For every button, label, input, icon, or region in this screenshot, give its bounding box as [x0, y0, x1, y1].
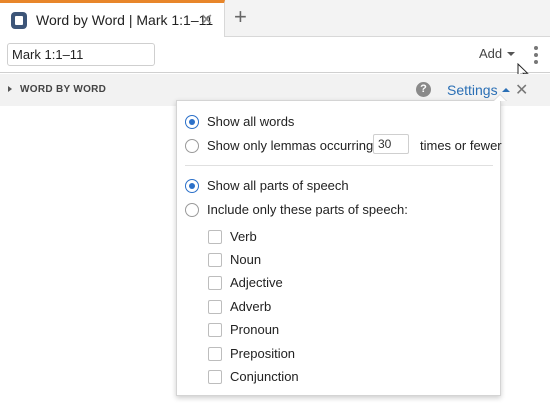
tab-word-by-word[interactable]: Word by Word | Mark 1:1–11 ✕	[0, 0, 225, 37]
checkbox[interactable]	[208, 370, 222, 384]
pos-option-label: Conjunction	[230, 369, 299, 384]
pos-option-label: Adverb	[230, 299, 272, 314]
close-tab-icon[interactable]: ✕	[200, 10, 213, 30]
add-button[interactable]: Add	[479, 46, 516, 61]
radio-button-selected[interactable]	[185, 115, 199, 129]
checkbox[interactable]	[208, 323, 222, 337]
show-only-lemmas-label: Show only lemmas occurring	[207, 138, 374, 153]
radio-button-selected[interactable]	[185, 179, 199, 193]
checkbox[interactable]	[208, 347, 222, 361]
checkbox[interactable]	[208, 276, 222, 290]
pos-option-label: Verb	[230, 229, 257, 244]
radio-button[interactable]	[185, 139, 199, 153]
show-all-parts-of-speech-label: Show all parts of speech	[207, 178, 349, 193]
tab-title: Word by Word | Mark 1:1–11	[36, 12, 214, 28]
include-only-parts-of-speech-label: Include only these parts of speech:	[207, 202, 408, 217]
add-button-label: Add	[479, 46, 503, 61]
checkbox[interactable]	[208, 230, 222, 244]
chevron-up-icon	[501, 88, 510, 92]
checkbox[interactable]	[208, 300, 222, 314]
pos-option-label: Preposition	[230, 346, 296, 361]
lemma-count-input[interactable]	[373, 134, 409, 154]
tab-strip: Word by Word | Mark 1:1–11 ✕ +	[0, 0, 550, 37]
show-all-words-label: Show all words	[207, 114, 295, 129]
chevron-down-icon	[507, 52, 516, 56]
expand-arrow-icon[interactable]	[8, 86, 12, 92]
pos-option-label: Adjective	[230, 275, 283, 290]
times-or-fewer-label: times or fewer	[420, 138, 502, 153]
radio-button[interactable]	[185, 203, 199, 217]
dropdown-pointer	[493, 94, 507, 101]
document-icon	[11, 12, 27, 29]
close-panel-icon[interactable]: ✕	[515, 80, 528, 100]
divider	[185, 165, 493, 166]
more-options-icon[interactable]	[534, 46, 538, 64]
reference-input[interactable]	[7, 43, 155, 66]
help-icon[interactable]: ?	[416, 82, 431, 97]
add-tab-button[interactable]: +	[234, 5, 247, 29]
toolbar: Add	[0, 37, 550, 73]
settings-dropdown: Show all words Show only lemmas occurrin…	[176, 94, 507, 396]
settings-label: Settings	[447, 82, 498, 98]
pos-option-label: Pronoun	[230, 322, 280, 337]
checkbox[interactable]	[208, 253, 222, 267]
panel-title: WORD BY WORD	[20, 84, 107, 95]
pos-option-label: Noun	[230, 252, 262, 267]
